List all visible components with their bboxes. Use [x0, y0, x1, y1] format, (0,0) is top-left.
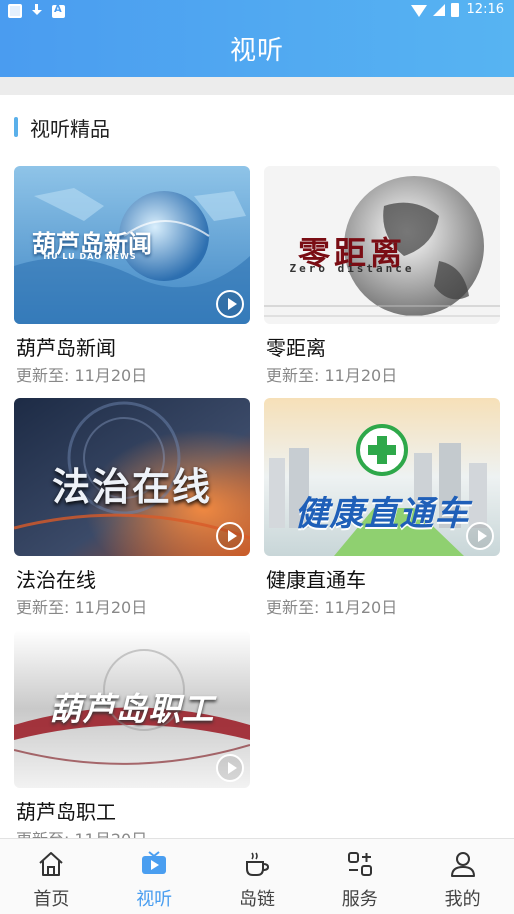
program-thumbnail[interactable]: 葫芦岛新闻 HU LU DAO NEWS [14, 166, 250, 324]
program-title[interactable]: 葫芦岛新闻 [16, 332, 116, 361]
play-icon[interactable] [216, 522, 244, 550]
nav-item-audio-video[interactable]: 视听 [103, 839, 206, 914]
nav-item-mine[interactable]: 我的 [411, 839, 514, 914]
status-notifications [8, 4, 65, 18]
play-icon[interactable] [216, 754, 244, 782]
section-title: 视听精品 [30, 116, 110, 141]
coffee-cup-icon [245, 852, 269, 876]
nav-label: 视听 [136, 889, 173, 910]
program-card[interactable]: 葫芦岛新闻 HU LU DAO NEWS 葫芦岛新闻 更新至: 11月20日 [14, 166, 250, 385]
status-bar: 12:16 [0, 0, 514, 24]
section-accent-bar [14, 117, 18, 137]
program-update-date: 更新至: 11月20日 [266, 366, 398, 385]
wifi-icon [410, 4, 427, 17]
status-time: 12:16 [466, 2, 504, 17]
nav-label: 我的 [444, 889, 481, 910]
program-title[interactable]: 葫芦岛职工 [16, 796, 116, 825]
program-title[interactable]: 法治在线 [16, 564, 96, 593]
nav-item-home[interactable]: 首页 [0, 839, 103, 914]
status-system: 12:16 [410, 2, 504, 17]
program-thumbnail[interactable]: 法治在线 [14, 398, 250, 556]
signal-icon [432, 3, 445, 16]
program-title[interactable]: 零距离 [266, 332, 326, 361]
program-thumbnail[interactable]: 葫芦岛职工 [14, 630, 250, 788]
thumbnail-title-art: 法治在线 [51, 465, 212, 509]
tv-play-icon [142, 851, 167, 874]
program-thumbnail[interactable]: 零距离 Zero distance [264, 166, 500, 324]
program-card[interactable]: 健康直通车 健康直通车 更新至: 11月20日 [264, 398, 500, 617]
battery-icon [450, 2, 459, 17]
nav-label: 首页 [33, 889, 70, 910]
grid-service-icon [347, 852, 372, 876]
user-icon [450, 852, 475, 877]
nav-label: 岛链 [238, 889, 275, 910]
play-icon[interactable] [466, 522, 494, 550]
header: 12:16 视听 [0, 0, 514, 77]
notification-app-icon [8, 4, 22, 18]
program-thumbnail[interactable]: 健康直通车 [264, 398, 500, 556]
thumbnail-title-art: 葫芦岛职工 [49, 690, 215, 728]
program-update-date: 更新至: 11月20日 [16, 366, 148, 385]
page-title: 视听 [229, 36, 284, 66]
program-card[interactable]: 葫芦岛职工 葫芦岛职工 更新至: 11月20日 [14, 630, 250, 849]
nav-item-island-chain[interactable]: 岛链 [206, 839, 309, 914]
section-heading: 视听精品 [14, 112, 110, 142]
play-icon[interactable] [216, 290, 244, 318]
thumbnail-subtitle-art: Zero distance [289, 262, 415, 275]
program-title[interactable]: 健康直通车 [266, 564, 366, 593]
download-icon [30, 4, 44, 18]
program-update-date: 更新至: 11月20日 [16, 598, 148, 617]
nav-item-services[interactable]: 服务 [308, 839, 411, 914]
bottom-nav: 首页 视听 岛链 服务 我的 [0, 838, 514, 914]
program-update-date: 更新至: 11月20日 [266, 598, 398, 617]
program-card[interactable]: 法治在线 法治在线 更新至: 11月20日 [14, 398, 250, 617]
thumbnail-title-art: 健康直通车 [294, 494, 470, 534]
nav-label: 服务 [341, 889, 378, 910]
program-card[interactable]: 零距离 Zero distance 零距离 更新至: 11月20日 [264, 166, 500, 385]
font-app-icon [52, 4, 65, 18]
app-root: 12:16 视听 视听精品 [0, 0, 514, 914]
home-icon [39, 852, 64, 876]
header-divider [0, 77, 514, 95]
thumbnail-subtitle-art: HU LU DAO NEWS [43, 252, 137, 261]
